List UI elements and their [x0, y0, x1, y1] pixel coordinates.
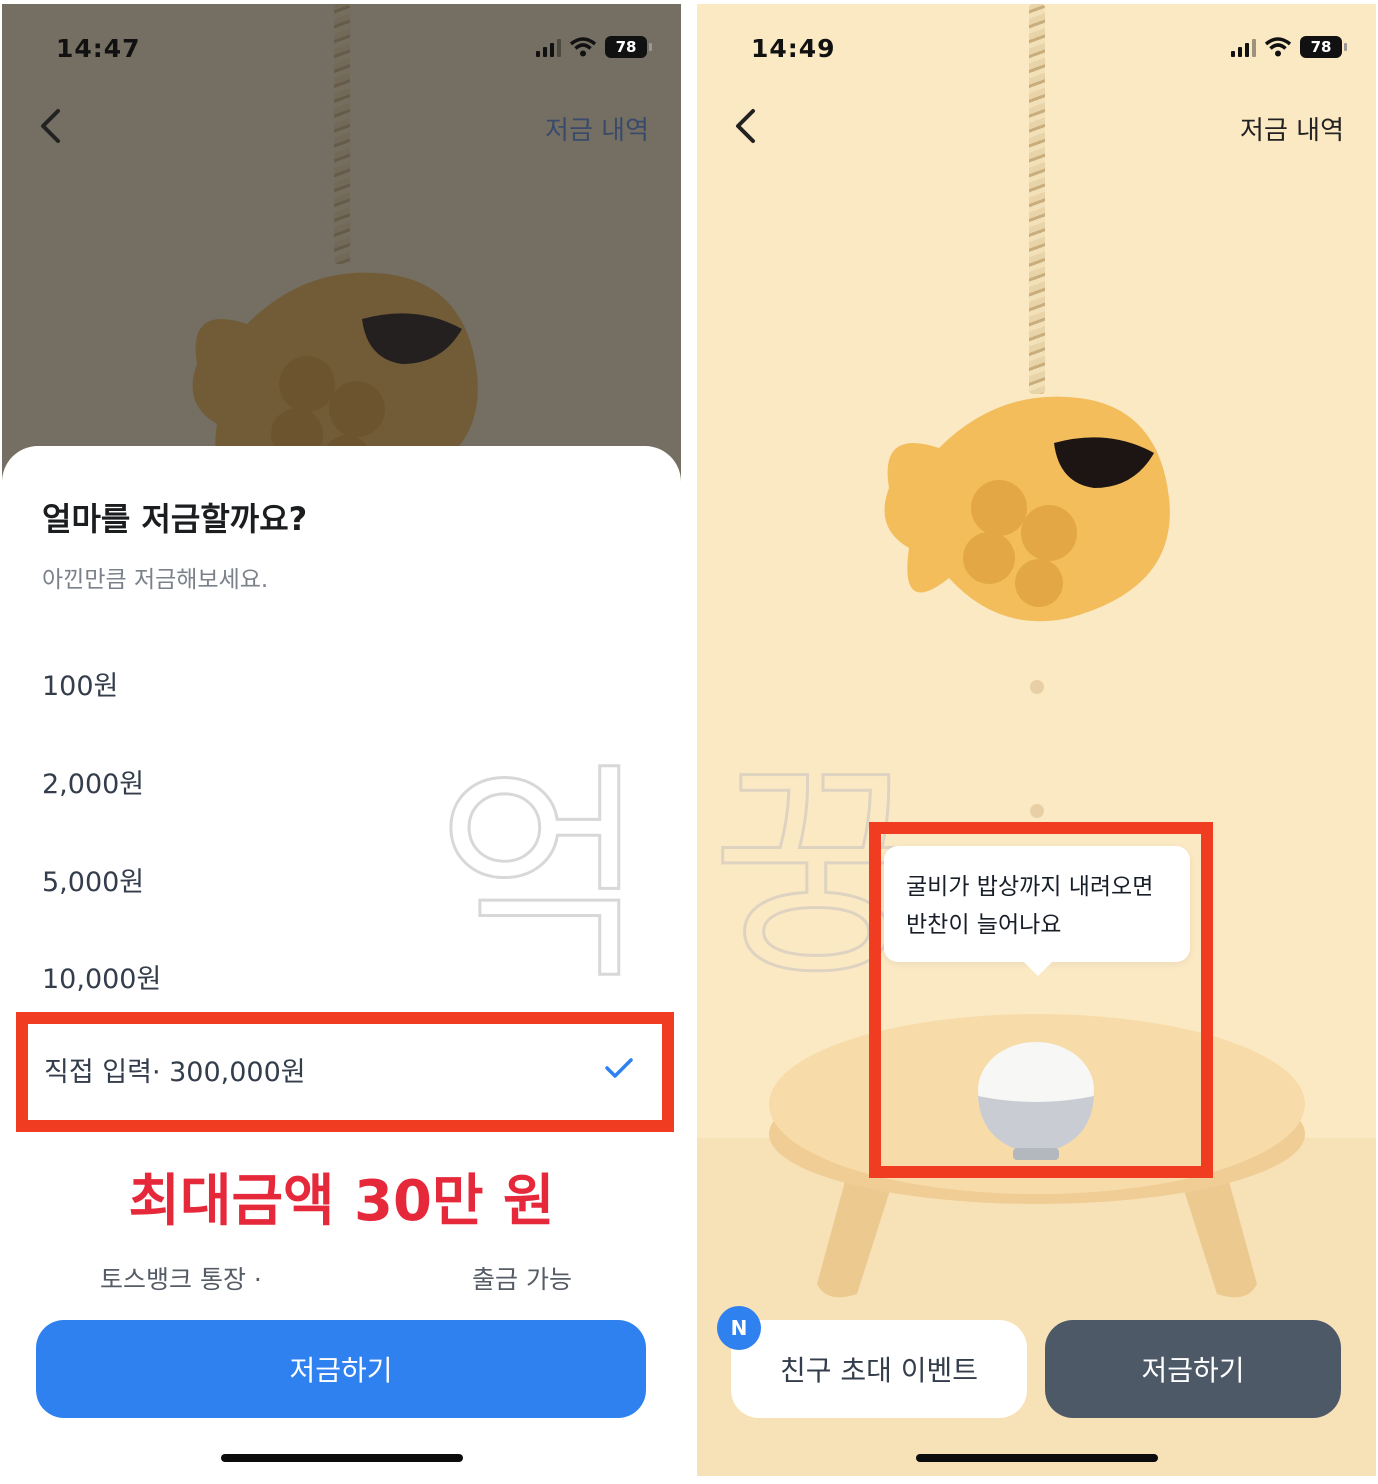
status-icons: 78	[536, 36, 652, 58]
sketch-eok-text: 억	[435, 743, 650, 997]
status-icons: 78	[1231, 36, 1347, 58]
wifi-icon	[569, 37, 597, 57]
signal-icon	[1231, 37, 1256, 57]
amount-option-2000[interactable]: 2,000원	[42, 762, 144, 801]
right-screen: 14:49 78 저금 내역 꿍 굴비가 밥상까지 내려오면 반찬이 늘어나요	[697, 4, 1376, 1476]
history-link[interactable]: 저금 내역	[545, 110, 649, 147]
svg-text:억: 억	[436, 744, 648, 996]
sheet-subtitle: 아낀만큼 저금해보세요.	[42, 567, 269, 593]
back-chevron-icon	[41, 109, 60, 143]
amount-option-10000[interactable]: 10,000원	[42, 957, 161, 996]
save-button[interactable]: 저금하기	[36, 1320, 646, 1418]
fish-icon	[879, 368, 1179, 638]
sheet-title: 얼마를 저금할까요?	[42, 500, 308, 538]
back-button[interactable]	[30, 104, 70, 148]
withdraw-available-label: 출금 가능	[472, 1265, 572, 1294]
amount-option-100[interactable]: 100원	[42, 664, 118, 703]
amount-option-5000[interactable]: 5,000원	[42, 860, 144, 899]
signal-icon	[536, 37, 561, 57]
status-time: 14:49	[751, 34, 836, 63]
custom-amount-option[interactable]: 직접 입력· 300,000원	[16, 1012, 674, 1132]
battery-icon: 78	[605, 36, 652, 58]
max-amount-annotation: 최대금액 30만 원	[128, 1169, 555, 1234]
battery-icon: 78	[1300, 36, 1347, 58]
invite-friends-button[interactable]: 친구 초대 이벤트	[731, 1320, 1027, 1418]
amount-bottom-sheet: 얼마를 저금할까요? 아낀만큼 저금해보세요. 억 100원 2,000원 5,…	[2, 446, 681, 1476]
highlight-annotation-box	[869, 822, 1213, 1178]
status-time: 14:47	[56, 34, 141, 63]
account-name[interactable]: 토스뱅크 통장 ·	[100, 1260, 262, 1296]
new-badge: N	[717, 1306, 761, 1350]
rope	[1028, 4, 1045, 394]
left-screen: 14:47 78 저금 내역 얼마를 저금할까요? 아낀만큼 저금해보세요. 억…	[2, 4, 681, 1476]
custom-amount-label: 직접 입력· 300,000원	[44, 1057, 306, 1088]
check-icon	[605, 1058, 633, 1078]
back-chevron-icon	[736, 109, 755, 143]
progress-dot	[1030, 680, 1044, 694]
home-indicator	[915, 1454, 1158, 1462]
save-button[interactable]: 저금하기	[1045, 1320, 1341, 1418]
progress-dot	[1030, 804, 1044, 818]
back-button[interactable]	[725, 104, 765, 148]
history-link[interactable]: 저금 내역	[1240, 110, 1344, 147]
home-indicator	[220, 1454, 463, 1462]
wifi-icon	[1264, 37, 1292, 57]
